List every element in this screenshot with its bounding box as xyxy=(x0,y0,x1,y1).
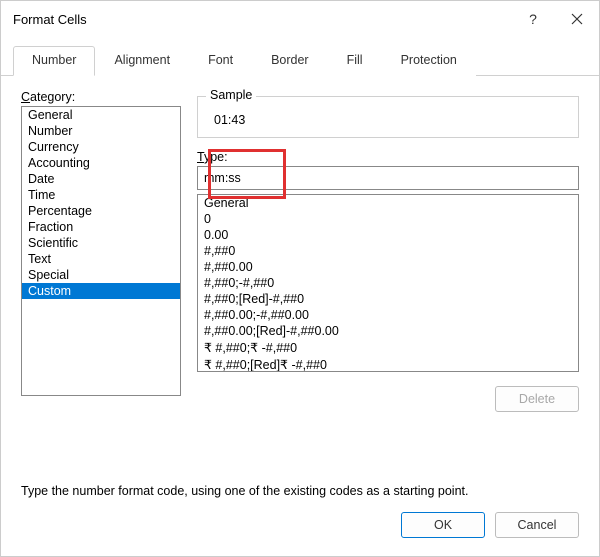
format-code-item[interactable]: General xyxy=(198,195,578,211)
category-item-scientific[interactable]: Scientific xyxy=(22,235,180,251)
format-code-item[interactable]: ₹ #,##0;₹ -#,##0 xyxy=(198,339,578,356)
category-item-text[interactable]: Text xyxy=(22,251,180,267)
tab-fill[interactable]: Fill xyxy=(328,46,382,76)
delete-row: Delete xyxy=(197,386,579,412)
category-label: Category: xyxy=(21,90,181,104)
hint-text: Type the number format code, using one o… xyxy=(1,468,599,498)
format-code-item[interactable]: #,##0.00;-#,##0.00 xyxy=(198,307,578,323)
format-code-list[interactable]: General 0 0.00 #,##0 #,##0.00 #,##0;-#,#… xyxy=(197,194,579,372)
titlebar: Format Cells ? xyxy=(1,1,599,37)
tab-protection[interactable]: Protection xyxy=(382,46,476,76)
category-item-currency[interactable]: Currency xyxy=(22,139,180,155)
category-item-fraction[interactable]: Fraction xyxy=(22,219,180,235)
sample-label: Sample xyxy=(206,88,256,102)
format-code-item[interactable]: #,##0;[Red]-#,##0 xyxy=(198,291,578,307)
category-list[interactable]: General Number Currency Accounting Date … xyxy=(21,106,181,396)
format-cells-dialog: Format Cells ? Number Alignment Font Bor… xyxy=(0,0,600,557)
format-code-item[interactable]: #,##0.00;[Red]-#,##0.00 xyxy=(198,323,578,339)
tabbar: Number Alignment Font Border Fill Protec… xyxy=(1,37,599,76)
help-button[interactable]: ? xyxy=(511,1,555,37)
category-item-date[interactable]: Date xyxy=(22,171,180,187)
format-detail-column: Sample 01:43 Type: General 0 0.00 #,##0 … xyxy=(197,90,579,468)
category-item-custom[interactable]: Custom xyxy=(22,283,180,299)
format-code-item[interactable]: #,##0;-#,##0 xyxy=(198,275,578,291)
format-code-item[interactable]: ₹ #,##0;[Red]₹ -#,##0 xyxy=(198,356,578,372)
category-item-percentage[interactable]: Percentage xyxy=(22,203,180,219)
dialog-title: Format Cells xyxy=(13,12,511,27)
delete-button[interactable]: Delete xyxy=(495,386,579,412)
category-item-time[interactable]: Time xyxy=(22,187,180,203)
tab-number[interactable]: Number xyxy=(13,46,95,76)
tab-alignment[interactable]: Alignment xyxy=(95,46,189,76)
format-code-item[interactable]: 0 xyxy=(198,211,578,227)
format-code-item[interactable]: 0.00 xyxy=(198,227,578,243)
type-input[interactable] xyxy=(197,166,579,190)
category-item-general[interactable]: General xyxy=(22,107,180,123)
format-code-item[interactable]: #,##0 xyxy=(198,243,578,259)
category-item-number[interactable]: Number xyxy=(22,123,180,139)
cancel-button[interactable]: Cancel xyxy=(495,512,579,538)
category-item-accounting[interactable]: Accounting xyxy=(22,155,180,171)
sample-group: Sample 01:43 xyxy=(197,96,579,138)
tab-border[interactable]: Border xyxy=(252,46,328,76)
type-label: Type: xyxy=(197,150,579,164)
sample-value: 01:43 xyxy=(210,113,566,127)
close-button[interactable] xyxy=(555,1,599,37)
format-code-item[interactable]: #,##0.00 xyxy=(198,259,578,275)
ok-button[interactable]: OK xyxy=(401,512,485,538)
dialog-footer: OK Cancel xyxy=(1,498,599,556)
tab-content: Category: General Number Currency Accoun… xyxy=(1,76,599,468)
category-column: Category: General Number Currency Accoun… xyxy=(21,90,181,468)
close-icon xyxy=(571,13,583,25)
category-item-special[interactable]: Special xyxy=(22,267,180,283)
tab-font[interactable]: Font xyxy=(189,46,252,76)
